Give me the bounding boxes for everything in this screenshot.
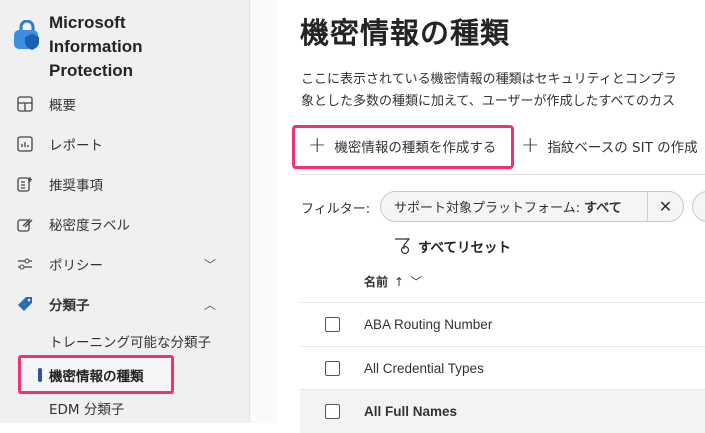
plus-icon: + [308,133,327,158]
reset-all-label: すべてリセット [418,240,512,256]
create-fingerprint-sit-button[interactable]: + 指紋ベースの SIT の作成 [521,133,698,158]
description-line: 象とした多数の種類に加えて、ユーザーが作成したすべてのカス [301,94,676,109]
policy-icon [16,255,34,273]
create-sit-label: 機密情報の種類を作成する [334,140,497,156]
mip-logo-icon [14,20,39,50]
sidebar: Microsoft Information Protection 概要 レポート… [0,0,250,423]
filter-label: フィルター: [301,202,371,217]
row-checkbox[interactable] [325,317,340,332]
table-row[interactable]: All Full Names [300,390,705,433]
row-checkbox[interactable] [325,361,340,376]
filter-pill-text: サポート対象プラットフォーム: すべて [381,197,647,216]
sidebar-item-classifiers[interactable]: 分類子 ︿ [0,284,250,324]
sidebar-item-overview[interactable]: 概要 [0,84,250,124]
filter-key: サポート対象プラットフォーム: [394,201,580,216]
sidebar-scroll-gutter [250,0,278,423]
row-name[interactable]: All Full Names [364,404,457,419]
sidebar-item-reports[interactable]: レポート [0,124,250,164]
tag-icon [16,295,34,313]
sidebar-item-label: 分類子 [49,298,90,314]
sidebar-item-label: 推奨事項 [49,178,103,194]
sidebar-item-label: 秘密度ラベル [49,218,130,234]
column-header-name[interactable]: 名前 ↑ ﹀ [364,273,422,290]
column-label: 名前 [364,275,389,289]
sidebar-item-label: レポート [49,138,103,154]
app-title: Microsoft Information Protection [49,11,143,83]
create-sit-button[interactable]: + 機密情報の種類を作成する [308,133,497,158]
chevron-up-icon[interactable]: ︿ [204,296,216,313]
row-name[interactable]: All Credential Types [364,361,484,376]
reset-all-button[interactable]: すべてリセット [394,236,511,256]
report-icon [16,135,34,153]
app-title-line: Protection [49,61,134,80]
filter-pill-platform[interactable]: サポート対象プラットフォーム: すべて ✕ [380,191,684,222]
sidebar-item-sensitivity-labels[interactable]: 秘密度ラベル [0,204,250,244]
sidebar-subitem-sensitive-info-types[interactable]: 機密情報の種類 [18,355,174,394]
sidebar-item-label: ポリシー [49,258,103,274]
filter-pill-next[interactable] [692,191,705,222]
sidebar-item-label: 概要 [49,98,76,114]
row-name[interactable]: ABA Routing Number [364,317,492,332]
row-checkbox[interactable] [325,404,340,419]
sidebar-item-recommendations[interactable]: 推奨事項 [0,164,250,204]
dashboard-icon [16,95,34,113]
table-row[interactable]: All Credential Types [300,347,705,390]
sidebar-subitem-trainable-classifiers[interactable]: トレーニング可能な分類子 [49,331,211,351]
close-icon[interactable]: ✕ [647,192,683,221]
app-title-line: Information [49,37,143,56]
table-row[interactable]: ABA Routing Number [300,303,705,346]
app-title-line: Microsoft [49,13,126,32]
create-fingerprint-label: 指紋ベースの SIT の作成 [547,140,698,156]
description-line: ここに表示されている機密情報の種類はセキュリティとコンプラ [301,72,677,87]
sidebar-item-policies[interactable]: ポリシー ﹀ [0,244,250,284]
label-icon [16,215,34,233]
plus-icon: + [521,133,540,158]
recommendations-icon [16,175,34,193]
chevron-down-icon[interactable]: ﹀ [410,273,422,290]
chevron-down-icon[interactable]: ﹀ [204,256,216,273]
page-title: 機密情報の種類 [300,16,511,50]
page-description: ここに表示されている機密情報の種類はセキュリティとコンプラ 象とした多数の種類に… [301,69,676,113]
sort-ascending-icon: ↑ [394,274,405,289]
filter-reset-icon [395,238,411,255]
divider [300,174,705,175]
selected-indicator [38,368,42,382]
filter-value: すべて [584,201,622,216]
sidebar-subitem-edm-classifiers[interactable]: EDM 分類子 [49,398,124,418]
sidebar-item-label: 機密情報の種類 [49,369,144,385]
